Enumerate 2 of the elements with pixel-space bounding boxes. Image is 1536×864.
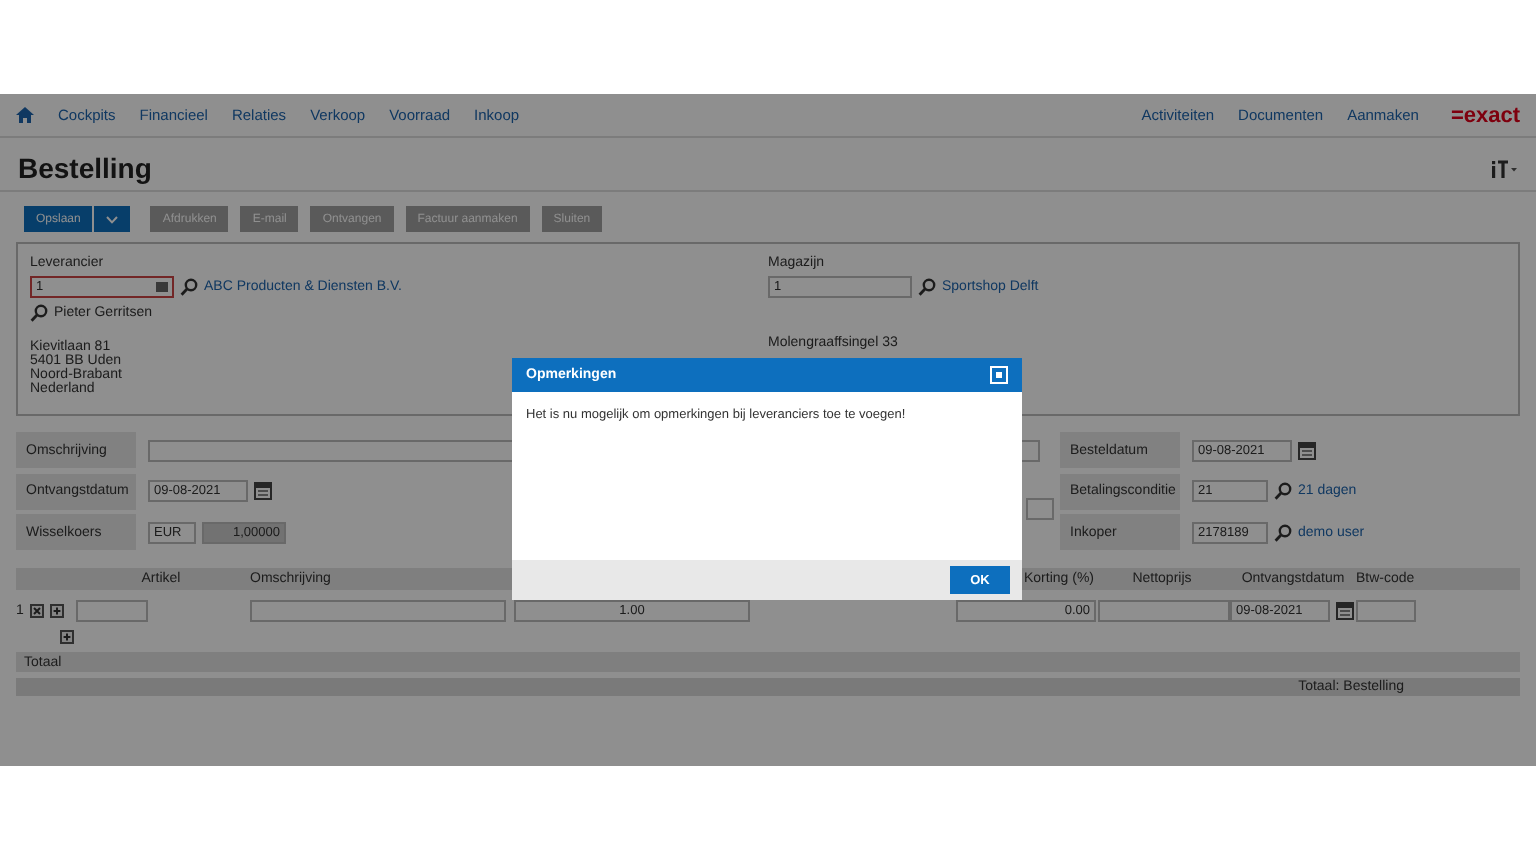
- logo: =exact: [1450, 103, 1520, 127]
- page-title: Bestelling: [18, 152, 152, 184]
